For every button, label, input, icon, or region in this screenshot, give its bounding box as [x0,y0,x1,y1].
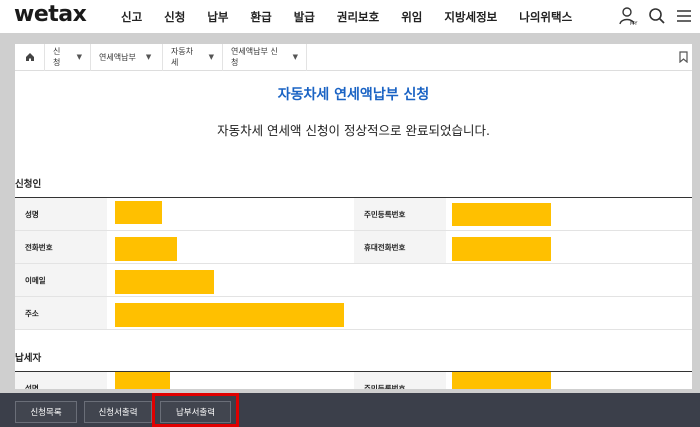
taxpayer-name-label: 성명 [15,372,107,389]
completion-message: 자동차세 연세액 신청이 정상적으로 완료되었습니다. [217,123,490,138]
breadcrumb-label: 자동차세 [171,47,194,67]
page-title: 자동차세 연세액납부 신청 [277,87,430,103]
menu-item-rights[interactable]: 권리보호 [326,9,390,25]
redacted-mobile [452,237,551,261]
menu-item-local-tax-info[interactable]: 지방세정보 [433,9,508,25]
redacted-taxpayer-rrn [452,372,551,389]
applicant-row-name: 성명 주민등록번호 [15,198,692,231]
redacted-rrn [452,203,551,226]
chevron-down-icon: ▼ [76,53,82,61]
menu-icon[interactable] [676,8,692,24]
breadcrumb-apply[interactable]: 신청 ▼ [45,44,91,71]
email-label: 이메일 [15,264,107,296]
wetax-logo[interactable]: wetax [14,2,87,27]
applicant-row-email: 이메일 [15,264,692,297]
taxpayer-row-name: 성명 주민등록번호 [15,372,692,389]
taxpayer-rrn-label: 주민등록번호 [354,372,446,389]
breadcrumb-annual-payment-apply[interactable]: 연세액납부 신청 ▼ [223,44,307,71]
menu-item-pay[interactable]: 납부 [196,9,239,25]
rrn-label: 주민등록번호 [354,198,446,230]
chevron-down-icon: ▼ [292,53,298,61]
phone-label: 전화번호 [15,231,107,263]
chevron-down-icon: ▼ [145,53,152,61]
user-my-icon[interactable]: MY [618,6,638,26]
bookmark-icon[interactable] [679,51,688,65]
taxpayer-heading: 납세자 [15,353,42,364]
print-application-button[interactable]: 신청서출력 [84,401,152,423]
search-icon[interactable] [648,7,666,25]
top-icons: MY [618,6,692,26]
menu-item-refund[interactable]: 환급 [240,9,283,25]
menu-item-declare[interactable]: 신고 [110,9,153,25]
redacted-phone [115,237,177,261]
application-list-button[interactable]: 신청목록 [15,401,77,423]
redacted-taxpayer-name [115,372,170,389]
breadcrumb-annual-payment[interactable]: 연세액납부 ▼ [91,44,163,71]
chevron-down-icon: ▼ [208,53,214,61]
menu-item-issue[interactable]: 발급 [283,9,326,25]
home-icon [25,53,34,61]
menu-item-apply[interactable]: 신청 [153,9,196,25]
redacted-email [115,270,214,294]
breadcrumb-vehicle-tax[interactable]: 자동차세 ▼ [163,44,223,71]
redacted-address [115,303,344,327]
name-label: 성명 [15,198,107,230]
breadcrumb: 신청 ▼ 연세액납부 ▼ 자동차세 ▼ 연세액납부 신청 ▼ [15,44,692,71]
page-frame: wetax 신고 신청 납부 환급 발급 권리보호 위임 지방세정보 나의위택스… [0,0,700,427]
address-label: 주소 [15,297,107,329]
main-content: 신청 ▼ 연세액납부 ▼ 자동차세 ▼ 연세액납부 신청 ▼ 자동차세 연세액납… [15,44,692,389]
menu-item-my-wetax[interactable]: 나의위택스 [508,9,583,25]
highlight-box [152,393,239,427]
breadcrumb-home[interactable] [15,44,45,71]
menu-item-delegate[interactable]: 위임 [390,9,433,25]
redacted-name [115,201,162,224]
top-navigation: wetax 신고 신청 납부 환급 발급 권리보호 위임 지방세정보 나의위택스… [0,0,700,33]
applicant-row-address: 주소 [15,297,692,330]
applicant-heading: 신청인 [15,179,42,190]
main-menu: 신고 신청 납부 환급 발급 권리보호 위임 지방세정보 나의위택스 [110,0,583,33]
user-my-label: MY [630,21,638,26]
breadcrumb-label: 연세액납부 [99,52,136,62]
breadcrumb-label: 신청 [53,47,61,67]
applicant-row-phone: 전화번호 휴대전화번호 [15,231,692,264]
breadcrumb-label: 연세액납부 신청 [231,47,278,67]
mobile-label: 휴대전화번호 [354,231,446,263]
